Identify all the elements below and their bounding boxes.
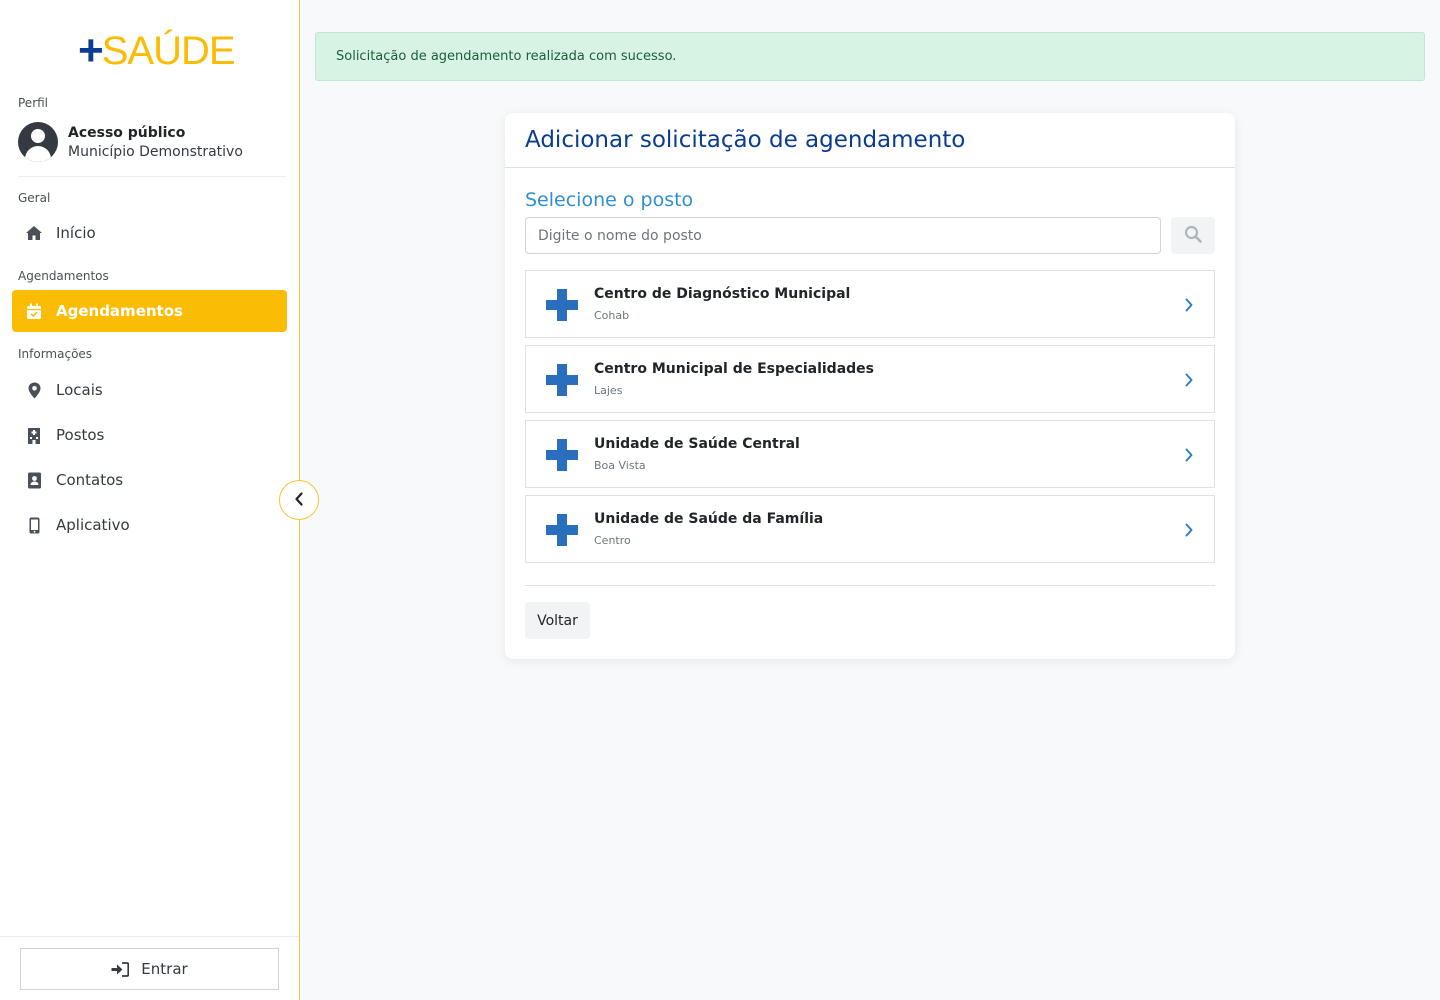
posto-name: Unidade de Saúde da Família bbox=[594, 511, 824, 527]
select-posto-heading: Selecione o posto bbox=[525, 189, 694, 211]
posto-name: Unidade de Saúde Central bbox=[594, 436, 800, 452]
sidebar-item-label: Locais bbox=[56, 381, 103, 399]
medical-cross-icon bbox=[546, 439, 578, 471]
sidebar-item-inicio[interactable]: Início bbox=[12, 212, 287, 254]
sidebar-item-label: Início bbox=[56, 224, 96, 242]
posto-neighborhood: Centro bbox=[594, 534, 631, 547]
login-button[interactable]: Entrar bbox=[20, 948, 279, 990]
map-marker-icon bbox=[24, 380, 44, 400]
chevron-right-icon bbox=[1185, 373, 1193, 387]
profile-city: Município Demonstrativo bbox=[68, 144, 243, 160]
posto-search-input[interactable] bbox=[525, 217, 1161, 254]
hospital-building-icon bbox=[24, 425, 44, 445]
posto-list-item[interactable]: Unidade de Saúde da Família Centro bbox=[525, 495, 1215, 563]
sidebar-item-postos[interactable]: Postos bbox=[12, 414, 287, 456]
alert-message: Solicitação de agendamento realizada com… bbox=[336, 49, 677, 64]
medical-cross-icon bbox=[546, 514, 578, 546]
brand-logo-plus: + bbox=[78, 26, 104, 75]
address-book-icon bbox=[24, 470, 44, 490]
brand-logo[interactable]: + SAÚDE bbox=[78, 26, 236, 75]
posto-list-item[interactable]: Centro de Diagnóstico Municipal Cohab bbox=[525, 270, 1215, 338]
medical-cross-icon bbox=[546, 364, 578, 396]
posto-neighborhood: Cohab bbox=[594, 309, 630, 322]
posto-list: Centro de Diagnóstico Municipal Cohab Ce… bbox=[525, 270, 1215, 570]
success-alert: Solicitação de agendamento realizada com… bbox=[315, 32, 1425, 81]
sidebar-item-agendamentos[interactable]: Agendamentos bbox=[12, 290, 287, 332]
sidebar-item-contatos[interactable]: Contatos bbox=[12, 459, 287, 501]
posto-name: Centro Municipal de Especialidades bbox=[594, 361, 874, 377]
chevron-right-icon bbox=[1185, 448, 1193, 462]
profile-section-label: Perfil bbox=[18, 96, 49, 110]
login-button-label: Entrar bbox=[141, 960, 188, 978]
home-icon bbox=[24, 223, 44, 243]
brand-logo-text: SAÚDE bbox=[101, 29, 236, 73]
collapse-sidebar-button[interactable] bbox=[279, 480, 319, 520]
posto-list-item[interactable]: Centro Municipal de Especialidades Lajes bbox=[525, 345, 1215, 413]
sidebar-footer: Entrar bbox=[0, 936, 299, 1000]
posto-list-item[interactable]: Unidade de Saúde Central Boa Vista bbox=[525, 420, 1215, 488]
sidebar-item-locais[interactable]: Locais bbox=[12, 369, 287, 411]
chevron-left-icon bbox=[294, 491, 304, 510]
sidebar-item-label: Postos bbox=[56, 426, 105, 444]
appointment-request-card: Adicionar solicitação de agendamento Sel… bbox=[505, 113, 1235, 659]
chevron-right-icon bbox=[1185, 298, 1193, 312]
sidebar: + SAÚDE Perfil Acesso público Município … bbox=[0, 0, 300, 1000]
section-label-geral: Geral bbox=[18, 191, 51, 205]
posto-name: Centro de Diagnóstico Municipal bbox=[594, 286, 851, 302]
section-label-informacoes: Informações bbox=[18, 347, 93, 361]
search-icon bbox=[1184, 225, 1202, 247]
sidebar-item-label: Agendamentos bbox=[56, 302, 183, 320]
search-button[interactable] bbox=[1171, 217, 1215, 254]
chevron-right-icon bbox=[1185, 523, 1193, 537]
back-button[interactable]: Voltar bbox=[525, 602, 590, 639]
posto-neighborhood: Lajes bbox=[594, 384, 623, 397]
sidebar-item-label: Contatos bbox=[56, 471, 124, 489]
profile-name: Acesso público bbox=[68, 125, 186, 141]
posto-neighborhood: Boa Vista bbox=[594, 459, 646, 472]
mobile-phone-icon bbox=[24, 515, 44, 535]
page-title: Adicionar solicitação de agendamento bbox=[525, 127, 966, 153]
avatar-icon bbox=[18, 122, 58, 162]
sign-in-icon bbox=[111, 961, 130, 977]
card-header: Adicionar solicitação de agendamento bbox=[505, 113, 1235, 168]
section-label-agendamentos: Agendamentos bbox=[18, 269, 109, 283]
medical-cross-icon bbox=[546, 289, 578, 321]
card-divider bbox=[525, 585, 1215, 586]
calendar-check-icon bbox=[24, 301, 44, 321]
sidebar-item-aplicativo[interactable]: Aplicativo bbox=[12, 504, 287, 546]
user-profile: Acesso público Município Demonstrativo bbox=[18, 122, 286, 177]
sidebar-item-label: Aplicativo bbox=[56, 516, 130, 534]
back-button-label: Voltar bbox=[537, 612, 578, 629]
